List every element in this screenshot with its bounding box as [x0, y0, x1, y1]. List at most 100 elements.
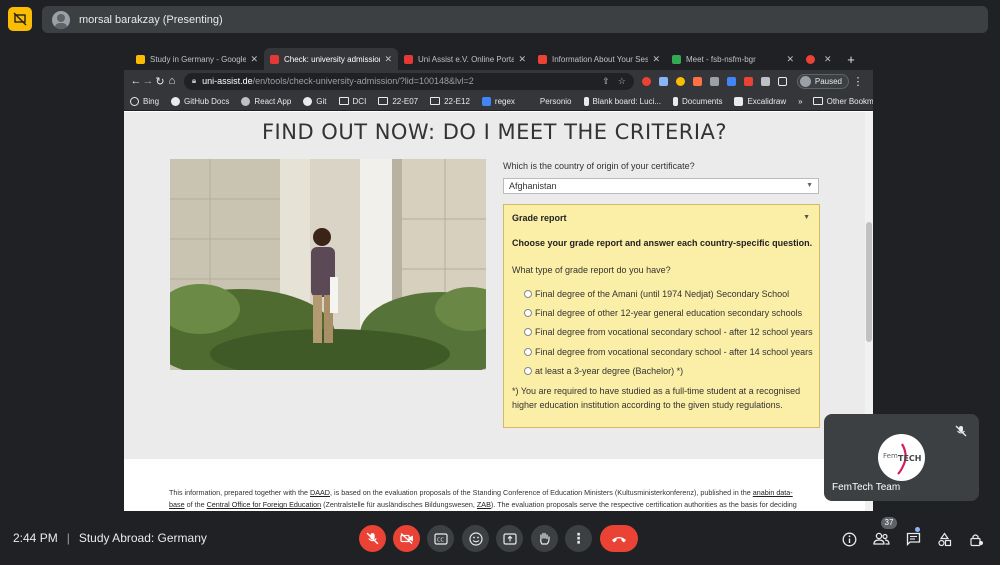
daad-link[interactable]: DAAD [310, 488, 330, 497]
bookmark-excalidraw[interactable]: Excalidraw [734, 96, 786, 106]
bookmark-22-e07[interactable]: 22-E07 [378, 97, 418, 106]
address-bar[interactable]: 🔒︎ uni-assist.de /en/tools/check-univers… [183, 72, 634, 90]
bookmark-react-app[interactable]: React App [241, 96, 291, 106]
zab-link[interactable]: ZAB [477, 500, 491, 509]
tab-google-meet[interactable]: Meet - fsb-nsfm-bgr ✕ [666, 48, 800, 70]
url-path: /en/tools/check-university-admission/?li… [252, 76, 474, 86]
present-screen-button[interactable] [496, 525, 523, 552]
chevron-down-icon[interactable]: ▼ [803, 214, 810, 221]
extension-icon[interactable] [641, 76, 651, 86]
back-arrow-icon[interactable]: ← [130, 75, 142, 87]
tab-close-icon[interactable]: ✕ [518, 54, 526, 65]
meeting-details-button[interactable] [839, 529, 859, 549]
extension-icon[interactable] [709, 76, 719, 86]
bookmark-regex[interactable]: regex [481, 96, 515, 106]
microphone-off-button[interactable] [359, 525, 386, 552]
presenter-name: morsal barakzay (Presenting) [79, 13, 223, 26]
activities-button[interactable] [934, 529, 954, 549]
personio-icon [526, 96, 536, 106]
presentation-icon[interactable] [8, 7, 32, 31]
tab-uni-assist-portal[interactable]: Uni Assist e.V. Online Portal ✕ [398, 48, 532, 70]
bookmark-bing[interactable]: Bing [130, 96, 159, 106]
extension-icon[interactable] [675, 76, 685, 86]
radio-button[interactable] [524, 367, 532, 375]
info-paragraph: This information, prepared together with… [169, 488, 797, 509]
grade-option-bachelor[interactable]: at least a 3-year degree (Bachelor) *) [524, 366, 683, 376]
radio-button[interactable] [524, 309, 532, 317]
zab-office-link[interactable]: Central Office for Foreign Education [207, 500, 322, 509]
grade-option-vocational-12[interactable]: Final degree from vocational secondary s… [524, 327, 813, 337]
tab-close-icon[interactable]: ✕ [652, 54, 660, 65]
regex-icon [481, 96, 491, 106]
share-icon[interactable]: ⇪ [602, 76, 610, 87]
tab-close-icon[interactable]: ✕ [250, 54, 258, 65]
tab-session-information[interactable]: Information About Your Sess ✕ [532, 48, 666, 70]
people-button[interactable] [871, 529, 891, 549]
bookmark-22-e12[interactable]: 22-E12 [430, 97, 470, 106]
anabin-link-cont[interactable]: base [169, 500, 185, 509]
home-icon[interactable]: ⌂ [166, 75, 178, 87]
bookmark-blank-board[interactable]: Blank board: Luci... [583, 96, 661, 106]
raise-hand-button[interactable] [531, 525, 558, 552]
bookmark-github-docs[interactable]: GitHub Docs [171, 96, 229, 106]
search-icon [130, 96, 139, 106]
country-select[interactable]: Afghanistan ▼ [503, 178, 819, 194]
tab-recording[interactable]: ✕ [800, 48, 840, 70]
puzzle-icon[interactable] [760, 76, 770, 86]
camera-off-button[interactable] [393, 525, 420, 552]
bookmark-dci[interactable]: DCI [338, 97, 366, 106]
menu-kebab-icon[interactable]: ⋮ [849, 75, 867, 88]
bookmark-star-icon[interactable]: ☆ [618, 76, 626, 87]
grade-option-12-year-general[interactable]: Final degree of other 12-year general ed… [524, 308, 802, 318]
captions-button[interactable]: CC [427, 525, 454, 552]
lock-icon: 🔒︎ [191, 76, 197, 85]
new-tab-button[interactable]: + [840, 48, 862, 70]
participant-tile[interactable]: Fem TECH FemTech Team [824, 414, 979, 501]
url-host: uni-assist.de [202, 76, 253, 86]
bookmark-other[interactable]: Other Bookmarks [812, 97, 873, 106]
tab-close-icon[interactable]: ✕ [786, 54, 794, 65]
bookmark-git[interactable]: Git [303, 96, 327, 106]
extension-icon[interactable] [692, 76, 702, 86]
anabin-link[interactable]: anabin data- [753, 488, 793, 497]
sidepanel-icon[interactable] [777, 76, 787, 86]
info-icon [842, 532, 856, 546]
radio-button[interactable] [524, 290, 532, 298]
host-controls-button[interactable] [966, 529, 986, 549]
tab-check-university-admission[interactable]: Check: university admission ✕ [264, 48, 398, 70]
presenter-banner: morsal barakzay (Presenting) [42, 6, 988, 33]
chat-button[interactable] [903, 529, 923, 549]
tab-close-icon[interactable]: ✕ [824, 54, 832, 65]
radio-button[interactable] [524, 348, 532, 356]
tab-study-in-germany[interactable]: Study in Germany - Google S ✕ [130, 48, 264, 70]
more-bookmarks-icon[interactable]: » [798, 97, 802, 106]
grade-option-amani[interactable]: Final degree of the Amani (until 1974 Ne… [524, 289, 789, 299]
grade-option-vocational-14[interactable]: Final degree from vocational secondary s… [524, 347, 813, 357]
forward-arrow-icon[interactable]: → [142, 75, 154, 87]
profile-paused-button[interactable]: Paused [796, 73, 850, 89]
lock-person-icon [969, 533, 983, 546]
footnote-text: *) You are required to have studied as a… [512, 386, 801, 410]
tab-close-icon[interactable]: ✕ [384, 54, 392, 65]
extension-icon[interactable] [743, 76, 753, 86]
more-options-button[interactable]: ⋮ [565, 525, 592, 552]
extension-icon[interactable] [658, 76, 668, 86]
captions-icon: CC [433, 532, 448, 545]
reload-icon[interactable]: ↻ [154, 75, 166, 88]
scrollbar-thumb[interactable] [866, 222, 872, 342]
translate-icon[interactable] [726, 76, 736, 86]
participant-name: FemTech Team [832, 482, 901, 493]
page-title: FIND OUT NOW: DO I MEET THE CRITERIA? [261, 120, 728, 144]
participant-count-badge: 37 [881, 517, 897, 529]
clock-time: 2:44 PM [13, 531, 58, 545]
present-icon [502, 532, 517, 545]
bookmark-documents[interactable]: Documents [672, 96, 722, 106]
bookmark-personio[interactable]: Personio [526, 96, 572, 106]
mic-off-icon [366, 532, 379, 545]
chat-notification-dot [915, 527, 920, 532]
reactions-button[interactable] [462, 525, 489, 552]
radio-button[interactable] [524, 328, 532, 336]
grade-report-heading[interactable]: Grade report [512, 213, 567, 223]
leave-call-button[interactable] [600, 525, 638, 552]
svg-text:Fem: Fem [883, 452, 898, 460]
